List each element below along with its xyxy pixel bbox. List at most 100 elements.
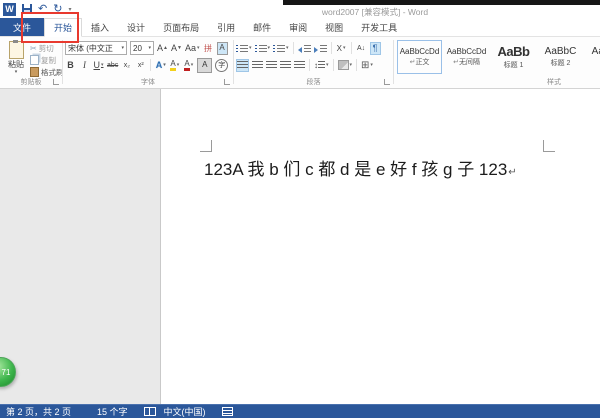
- character-border-button[interactable]: A: [217, 42, 228, 55]
- document-text[interactable]: 123A 我 b 们 c 都 d 是 e 好 f 孩 g 子 123↵: [204, 155, 517, 180]
- multilevel-list-icon: [273, 44, 285, 53]
- numbering-icon: [255, 44, 267, 53]
- copy-button[interactable]: 复制: [30, 54, 64, 66]
- paragraph-mark: ↵: [508, 167, 516, 178]
- align-left-icon: [237, 61, 248, 70]
- chevron-down-icon: ▾: [121, 46, 124, 51]
- strikethrough-button[interactable]: abc: [107, 59, 118, 72]
- increase-indent-icon: [314, 44, 327, 53]
- document-area[interactable]: 123A 我 b 们 c 都 d 是 e 好 f 孩 g 子 123↵ 71: [0, 89, 600, 404]
- copy-icon: [30, 55, 39, 65]
- chevron-down-icon: ▾: [148, 46, 151, 51]
- styles-gallery: AaBbCcDd ↵正文 AaBbCcDd ↵无间隔 AaBb 标题 1 AaB…: [397, 40, 600, 74]
- clipboard-dialog-launcher-icon[interactable]: [53, 79, 59, 85]
- margin-crop-mark-right: [543, 140, 555, 152]
- tab-insert[interactable]: 插入: [82, 18, 118, 36]
- line-spacing-button[interactable]: ↕▾: [314, 59, 329, 72]
- group-paragraph: ▾ ▾ ▾ X▾ A↓ ¶ ↕▾ ▾ ⊞▾ 段落: [234, 37, 393, 88]
- style-heading-1[interactable]: AaBb 标题 1: [491, 40, 536, 74]
- tab-review[interactable]: 审阅: [280, 18, 316, 36]
- tab-developer[interactable]: 开发工具: [352, 18, 406, 36]
- paste-dropdown-icon[interactable]: ▾: [15, 70, 18, 75]
- font-size-combo[interactable]: 20 ▾: [130, 41, 154, 55]
- style-heading-2[interactable]: AaBbC 标题 2: [538, 40, 583, 74]
- grow-font-button[interactable]: A▲: [157, 42, 168, 55]
- increase-indent-button[interactable]: [314, 42, 327, 55]
- style-normal[interactable]: AaBbCcDd ↵正文: [397, 40, 442, 74]
- borders-button[interactable]: ⊞▾: [361, 59, 373, 72]
- character-shading-button[interactable]: A: [197, 58, 212, 73]
- font-dialog-launcher-icon[interactable]: [224, 79, 230, 85]
- word-logo-icon[interactable]: W: [3, 3, 16, 16]
- subscript-button[interactable]: x₂: [121, 59, 132, 72]
- divider: [333, 59, 334, 71]
- enclose-characters-button[interactable]: 字: [215, 59, 228, 72]
- align-right-icon: [266, 61, 277, 70]
- title-bar: W ↶ ↻ ▾ word2007 [兼容模式] - Word: [0, 0, 600, 18]
- text-effects-button[interactable]: A▾: [155, 59, 166, 72]
- align-center-icon: [252, 61, 263, 70]
- style-no-spacing[interactable]: AaBbCcDd ↵无间隔: [444, 40, 489, 74]
- distribute-icon: [294, 61, 305, 70]
- bullets-icon: [236, 44, 248, 53]
- page-indicator[interactable]: 第 2 页，共 2 页: [6, 405, 71, 418]
- decrease-indent-button[interactable]: [298, 42, 311, 55]
- shading-button[interactable]: ▾: [338, 59, 353, 72]
- tab-view[interactable]: 视图: [316, 18, 352, 36]
- tab-references[interactable]: 引用: [208, 18, 244, 36]
- screen-background-strip: [283, 0, 600, 5]
- justify-button[interactable]: [280, 59, 291, 72]
- divider: [293, 42, 294, 54]
- ribbon: 粘贴 ▾ ✂ 剪切 复制 格式刷 剪贴板 宋体 (中文正 ▾: [0, 37, 600, 89]
- show-hide-marks-button[interactable]: ¶: [370, 42, 381, 55]
- tab-page-layout[interactable]: 页面布局: [154, 18, 208, 36]
- margin-crop-mark-left: [200, 140, 212, 152]
- distribute-button[interactable]: [294, 59, 305, 72]
- format-painter-icon: [30, 67, 39, 77]
- paste-button[interactable]: 粘贴 ▾: [3, 40, 29, 82]
- numbering-button[interactable]: ▾: [255, 42, 271, 55]
- paragraph-dialog-launcher-icon[interactable]: [384, 79, 390, 85]
- ribbon-tab-row: 文件 开始 插入 设计 页面布局 引用 邮件 审阅 视图 开发工具: [0, 18, 600, 37]
- divider: [351, 42, 352, 54]
- font-group-label: 字体: [63, 77, 233, 87]
- italic-button[interactable]: I: [79, 59, 90, 72]
- underline-button[interactable]: U▾: [93, 59, 104, 72]
- align-center-button[interactable]: [252, 59, 263, 72]
- divider: [356, 59, 357, 71]
- window-title: word2007 [兼容模式] - Word: [150, 6, 600, 18]
- status-bar: 第 2 页，共 2 页 15 个字 中文(中国): [0, 404, 600, 418]
- change-case-button[interactable]: Aa▾: [185, 42, 200, 55]
- justify-icon: [280, 61, 291, 70]
- decrease-indent-icon: [298, 44, 311, 53]
- align-left-button[interactable]: [236, 59, 249, 72]
- styles-group-label: 样式: [514, 77, 594, 87]
- tab-mailings[interactable]: 邮件: [244, 18, 280, 36]
- asian-layout-button[interactable]: X▾: [336, 42, 347, 55]
- group-styles: AaBbCcDd ↵正文 AaBbCcDd ↵无间隔 AaBb 标题 1 AaB…: [394, 37, 600, 88]
- multilevel-list-button[interactable]: ▾: [273, 42, 289, 55]
- document-background: [0, 89, 161, 404]
- style-title[interactable]: AaBbC 标题: [585, 40, 600, 74]
- language-indicator[interactable]: 中文(中国): [164, 405, 206, 418]
- bullets-button[interactable]: ▾: [236, 42, 252, 55]
- paragraph-group-label: 段落: [234, 77, 393, 87]
- highlight-color-button[interactable]: A▾: [169, 59, 180, 72]
- group-font: 宋体 (中文正 ▾ 20 ▾ A▲ A▼ Aa▾ 拼 A B I U▾ abc …: [63, 37, 233, 88]
- sort-button[interactable]: A↓: [356, 42, 367, 55]
- word-count[interactable]: 15 个字: [97, 405, 128, 418]
- font-name-combo[interactable]: 宋体 (中文正 ▾: [65, 41, 127, 55]
- divider: [150, 59, 151, 71]
- shrink-font-button[interactable]: A▼: [171, 42, 182, 55]
- phonetic-guide-button[interactable]: 拼: [203, 42, 214, 55]
- font-color-button[interactable]: A▾: [183, 59, 194, 72]
- input-mode-icon[interactable]: [222, 407, 233, 416]
- tab-design[interactable]: 设计: [118, 18, 154, 36]
- proofing-book-icon[interactable]: [144, 407, 156, 416]
- shading-icon: [338, 60, 349, 70]
- superscript-button[interactable]: x²: [135, 59, 146, 72]
- clipboard-icon: [9, 41, 24, 59]
- bold-button[interactable]: B: [65, 59, 76, 72]
- cut-button[interactable]: ✂ 剪切: [30, 42, 64, 54]
- align-right-button[interactable]: [266, 59, 277, 72]
